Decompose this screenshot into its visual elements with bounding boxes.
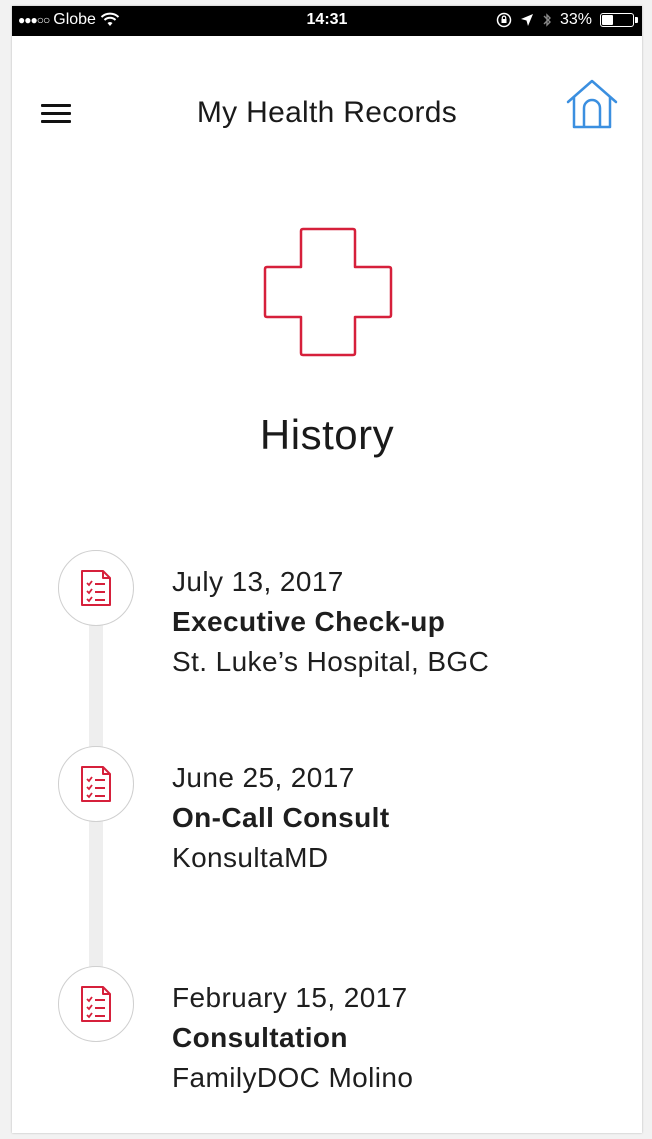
home-button[interactable] — [564, 78, 620, 132]
section-title: History — [259, 411, 395, 458]
battery-level — [602, 15, 613, 25]
app-header: My Health Records — [12, 36, 642, 146]
app-screen: ●●●○○ Globe 14:31 33% My Health Records … — [12, 6, 642, 1133]
history-item[interactable]: July 13, 2017 Executive Check-up St. Luk… — [12, 550, 642, 680]
history-item-type: Consultation — [172, 1022, 348, 1053]
medical-cross-icon — [263, 227, 393, 357]
history-item-date: February 15, 2017 — [172, 982, 408, 1013]
battery-percent: 33% — [559, 11, 592, 28]
timeline-marker — [58, 550, 134, 626]
history-item-date: June 25, 2017 — [172, 762, 355, 793]
history-item-type: Executive Check-up — [172, 606, 446, 637]
history-item[interactable]: June 25, 2017 On-Call Consult KonsultaMD — [12, 746, 642, 876]
bluetooth-icon — [543, 13, 551, 27]
record-document-icon — [81, 570, 111, 606]
history-item-type: On-Call Consult — [172, 802, 390, 833]
orientation-lock-icon — [496, 12, 512, 28]
history-item-place: FamilyDOC Molino — [172, 1062, 414, 1093]
history-item-place: St. Luke’s Hospital, BGC — [172, 646, 490, 677]
history-item-place: KonsultaMD — [172, 842, 329, 873]
status-bar: ●●●○○ Globe 14:31 33% — [12, 6, 642, 36]
record-document-icon — [81, 986, 111, 1022]
status-right: 33% — [496, 11, 638, 29]
history-item[interactable]: February 15, 2017 Consultation FamilyDOC… — [12, 966, 642, 1096]
history-item-text: June 25, 2017 On-Call Consult KonsultaMD — [172, 758, 390, 878]
record-document-icon — [81, 766, 111, 802]
history-item-text: July 13, 2017 Executive Check-up St. Luk… — [172, 562, 489, 682]
history-item-text: February 15, 2017 Consultation FamilyDOC… — [172, 978, 413, 1098]
history-item-date: July 13, 2017 — [172, 566, 344, 597]
battery-icon — [600, 13, 638, 27]
timeline-marker — [58, 966, 134, 1042]
timeline-marker — [58, 746, 134, 822]
location-arrow-icon — [520, 14, 533, 26]
page-title: My Health Records — [196, 96, 458, 129]
home-icon — [566, 79, 618, 129]
